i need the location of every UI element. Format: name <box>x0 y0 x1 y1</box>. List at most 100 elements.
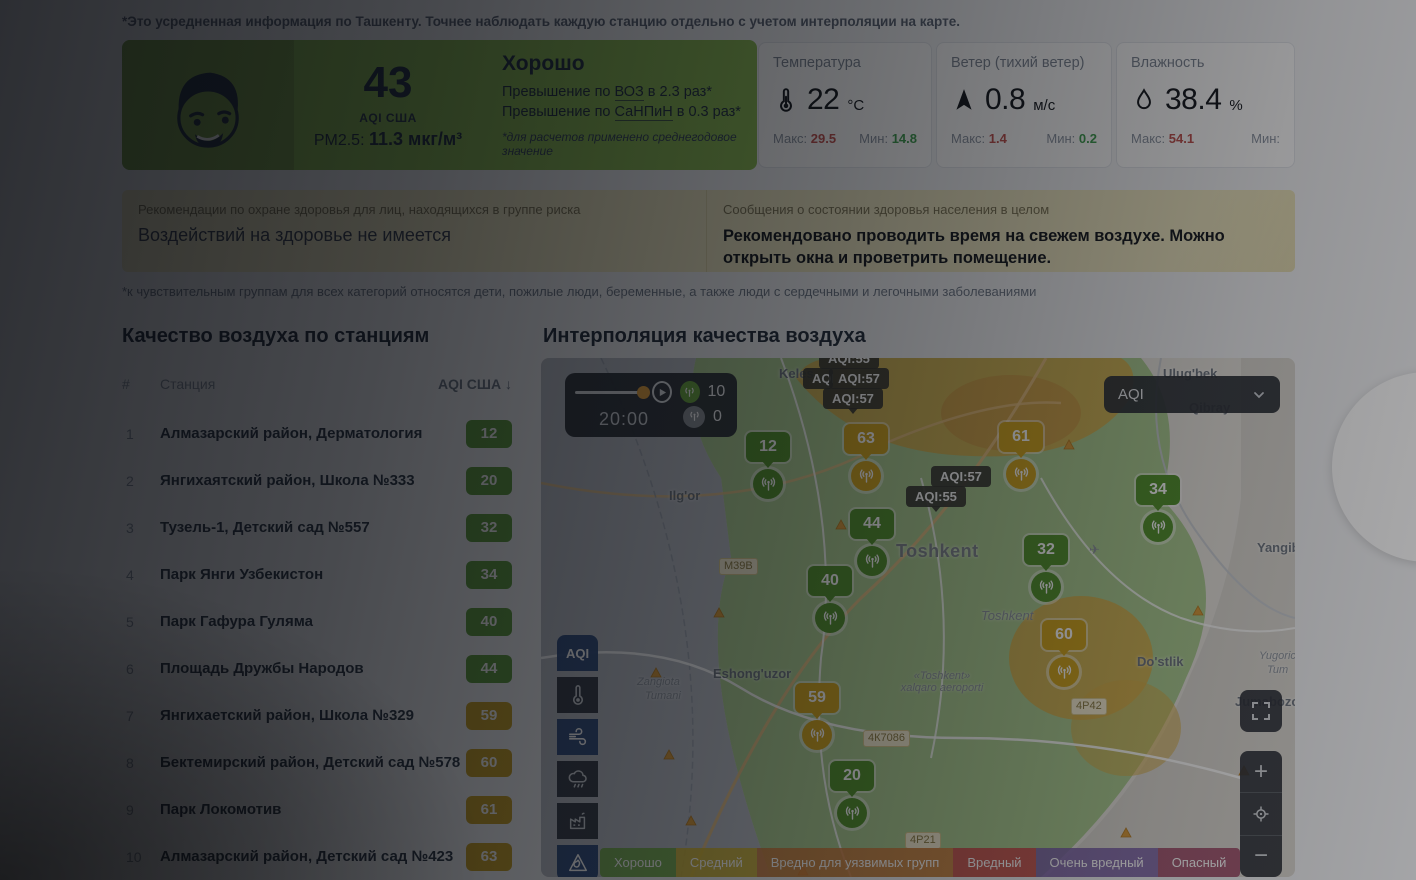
chevron-down-icon <box>1252 388 1266 402</box>
max-label: Макс: <box>1131 131 1165 146</box>
map-place-label: Ilg'or <box>669 488 700 503</box>
zoom-in-button[interactable]: + <box>1240 751 1282 793</box>
marker-aqi-value: 44 <box>850 509 894 539</box>
sensor-antenna-icon <box>1143 512 1173 542</box>
factory-icon <box>567 810 589 832</box>
wind-title: Ветер (тихий ветер) <box>951 55 1097 71</box>
station-row-1[interactable]: 1 Алмазарский район, Дерматология 12 <box>122 410 512 457</box>
wind-value: 0.8 <box>985 83 1025 117</box>
station-row-9[interactable]: 9 Парк Локомотив 61 <box>122 786 512 833</box>
station-row-5[interactable]: 5 Парк Гафура Гуляма 40 <box>122 598 512 645</box>
sensor-marker[interactable]: 34 <box>1136 475 1180 542</box>
layer-dropdown[interactable]: AQI <box>1104 376 1280 413</box>
col-number: # <box>122 376 160 392</box>
station-row-7[interactable]: 7 Янгихаетский район, Школа №329 59 <box>122 692 512 739</box>
station-row-6[interactable]: 6 Площадь Дружбы Народов 44 <box>122 645 512 692</box>
humidity-max: 54.1 <box>1169 131 1194 146</box>
map-district-label: Toshkent <box>981 608 1033 623</box>
zoom-out-button[interactable]: − <box>1240 836 1282 877</box>
station-row-3[interactable]: 3 Тузель-1, Детский сад №557 32 <box>122 504 512 551</box>
road-label: M39B <box>719 558 758 575</box>
station-row-8[interactable]: 8 Бектемирский район, Детский сад №578 6… <box>122 739 512 786</box>
aqi-tooltip: AQI:57 <box>823 388 883 409</box>
col-aqi-label: AQI США <box>438 376 501 392</box>
risk-group-body: Воздействий на здоровье не имеется <box>138 225 690 246</box>
map-place-label: Eshong'uzor <box>713 666 791 681</box>
sensor-antenna-icon <box>1049 657 1079 687</box>
max-label: Макс: <box>951 131 985 146</box>
sensor-marker[interactable]: 63 <box>844 424 888 491</box>
wind-unit: м/с <box>1033 97 1055 114</box>
station-number: 3 <box>122 520 160 536</box>
station-aqi-badge: 61 <box>466 796 512 824</box>
aqi-legend: Хорошо Средний Вредно для уязвимых групп… <box>600 848 1240 877</box>
station-name: Тузель-1, Детский сад №557 <box>160 519 466 536</box>
time-slider[interactable] <box>575 391 644 394</box>
aqi-tooltip: AQI:57 <box>931 466 991 487</box>
station-number: 6 <box>122 661 160 677</box>
interpolation-section-title: Интерполяция качества воздуха <box>543 325 866 348</box>
risk-group-recommendation: Рекомендации по охране здоровья для лиц,… <box>122 190 707 272</box>
temperature-max: 29.5 <box>811 131 836 146</box>
fullscreen-button[interactable] <box>1240 690 1282 732</box>
station-row-10[interactable]: 10 Алмазарский район, Детский сад №423 6… <box>122 833 512 880</box>
sanpin-exceed-line: Превышение по СаНПиН в 0.3 раз* <box>502 104 741 120</box>
layer-dropdown-value: AQI <box>1118 386 1144 403</box>
station-row-2[interactable]: 2 Янгихаятский район, Школа №333 20 <box>122 457 512 504</box>
layer-button-precipitation[interactable] <box>557 761 598 797</box>
map-district-label: Tum <box>1267 664 1288 676</box>
sensor-antenna-icon <box>815 603 845 633</box>
layer-button-aqi[interactable]: AQI <box>557 635 598 671</box>
sanpin-link[interactable]: СаНПиН <box>615 104 673 121</box>
sensor-marker[interactable]: 12 <box>746 432 790 499</box>
locate-button[interactable] <box>1240 793 1282 835</box>
wind-min: 0.2 <box>1079 131 1097 146</box>
sanpin-prefix: Превышение по <box>502 104 615 120</box>
time-slider-knob[interactable] <box>637 386 650 399</box>
col-station: Станция <box>160 376 438 392</box>
droplet-icon <box>1131 87 1157 113</box>
sensor-marker[interactable]: 60 <box>1042 620 1086 687</box>
layer-button-fire-risk[interactable] <box>557 845 598 877</box>
layer-button-industry[interactable] <box>557 803 598 839</box>
station-aqi-badge: 59 <box>466 702 512 730</box>
interpolation-map[interactable]: ✈ Keles Ilg'or Toshkent Toshkent Zangiot… <box>541 358 1295 877</box>
stations-table-header: # Станция AQI США ↓ <box>122 376 512 392</box>
map-airport-label: «Toshkent» xalqaro aeroporti <box>897 670 987 694</box>
sensor-marker[interactable]: 40 <box>808 566 852 633</box>
sensors-offline-count: 0 <box>713 408 735 426</box>
humidity-title: Влажность <box>1131 55 1280 71</box>
legend-very-unhealthy: Очень вредный <box>1036 848 1158 877</box>
marker-aqi-value: 63 <box>844 424 888 454</box>
marker-aqi-value: 60 <box>1042 620 1086 650</box>
layer-button-wind[interactable] <box>557 719 598 755</box>
col-aqi-sort[interactable]: AQI США ↓ <box>438 376 512 392</box>
station-aqi-badge: 44 <box>466 655 512 683</box>
sensor-marker[interactable]: 32 <box>1024 535 1068 602</box>
play-button[interactable] <box>652 381 672 403</box>
pm25-label: PM2.5: <box>314 132 365 149</box>
station-name: Алмазарский район, Дерматология <box>160 425 466 442</box>
station-row-4[interactable]: 4 Парк Янги Узбекистон 34 <box>122 551 512 598</box>
time-value: 20:00 <box>599 409 649 430</box>
aqi-summary-card: 43 AQI США PM2.5: 11.3 мкг/м³ Хорошо Пре… <box>122 40 757 170</box>
general-body: Рекомендовано проводить время на свежем … <box>723 225 1279 270</box>
humidity-value: 38.4 <box>1165 83 1221 117</box>
rain-cloud-icon <box>567 768 589 790</box>
stations-section-title: Качество воздуха по станциям <box>122 325 429 348</box>
sensor-marker[interactable]: 20 <box>830 761 874 828</box>
sensor-marker[interactable]: 61 <box>999 422 1043 489</box>
who-link[interactable]: ВОЗ <box>615 84 644 101</box>
station-number: 2 <box>122 473 160 489</box>
station-aqi-badge: 34 <box>466 561 512 589</box>
sensor-marker[interactable]: 59 <box>795 683 839 750</box>
sensor-antenna-icon <box>802 720 832 750</box>
sensor-marker[interactable]: 44 <box>850 509 894 576</box>
station-aqi-badge: 40 <box>466 608 512 636</box>
marker-aqi-value: 32 <box>1024 535 1068 565</box>
layer-button-temperature[interactable] <box>557 677 598 713</box>
marker-aqi-value: 20 <box>830 761 874 791</box>
aqi-value: 43 <box>364 61 413 105</box>
aqi-tooltip: AQI:55 <box>906 486 966 507</box>
map-zoom-controls: + − <box>1240 751 1282 877</box>
